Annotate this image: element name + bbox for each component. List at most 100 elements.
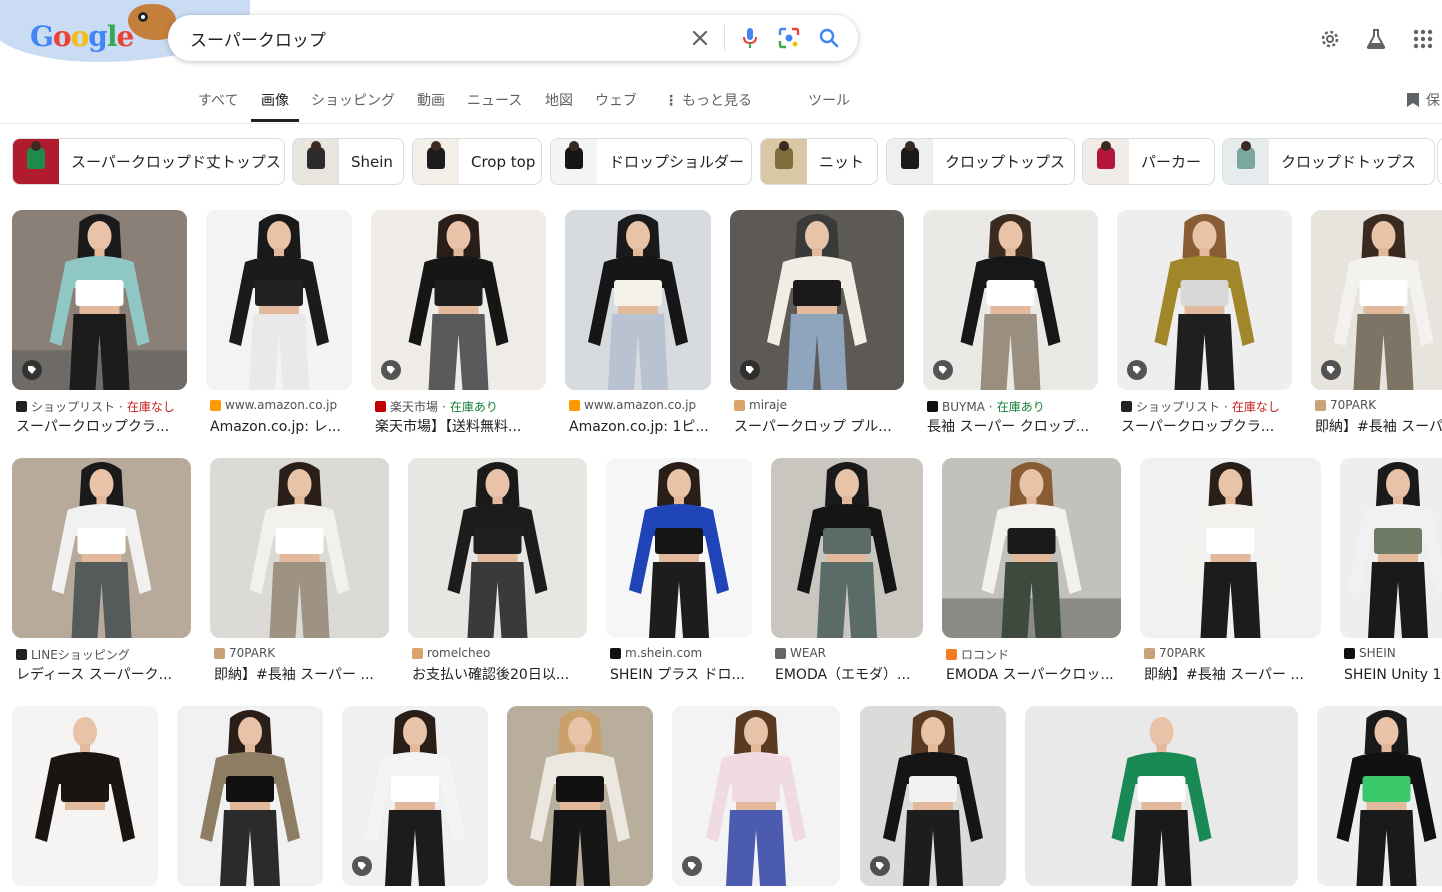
result-title[interactable]: 長袖 スーパー クロップ... bbox=[927, 416, 1098, 436]
result-title[interactable]: EMODA スーパークロッ... bbox=[946, 664, 1121, 684]
settings-icon[interactable] bbox=[1317, 26, 1343, 52]
site-favicon bbox=[16, 401, 27, 412]
chip[interactable]: スーパークロップド丈トップス bbox=[12, 138, 285, 185]
product-tag-icon bbox=[1127, 360, 1147, 380]
image-result[interactable] bbox=[507, 706, 653, 892]
result-title[interactable]: EMODA（エモダ）... bbox=[775, 664, 923, 684]
microphone-icon[interactable] bbox=[738, 26, 762, 50]
result-title[interactable]: SHEIN プラス ドロ... bbox=[610, 664, 752, 684]
search-input[interactable] bbox=[188, 24, 672, 52]
result-title[interactable]: 即納】#長袖 スーパ bbox=[1315, 416, 1442, 436]
source-name: 70PARK bbox=[1330, 398, 1377, 412]
image-result[interactable]: ショップリスト · 在庫なし スーパークロップクラ... bbox=[1117, 210, 1292, 440]
result-title[interactable]: スーパークロップクラ... bbox=[16, 416, 187, 436]
source-name: www.amazon.co.jp bbox=[584, 398, 697, 412]
image-result[interactable]: BUYMA · 在庫あり 長袖 スーパー クロップ... bbox=[923, 210, 1098, 440]
source-name: miraje bbox=[749, 398, 788, 412]
chip[interactable]: クロップトップス bbox=[886, 138, 1075, 185]
more-vert-icon: ⋮ bbox=[664, 93, 678, 109]
tab-all[interactable]: すべて bbox=[198, 90, 238, 110]
chip-label: クロップトップス bbox=[945, 153, 1066, 171]
tab-maps[interactable]: 地図 bbox=[545, 90, 573, 110]
saved-button[interactable]: 保 bbox=[1406, 90, 1440, 110]
result-thumbnail[interactable] bbox=[12, 706, 158, 886]
result-thumbnail[interactable] bbox=[1140, 458, 1321, 638]
result-thumbnail[interactable] bbox=[206, 210, 352, 390]
tab-news[interactable]: ニュース bbox=[467, 90, 522, 110]
chip[interactable]: パーカー bbox=[1082, 138, 1215, 185]
result-title[interactable]: レディース スーパーク... bbox=[16, 664, 191, 684]
tab-web[interactable]: ウェブ bbox=[595, 90, 637, 110]
chip[interactable]: ドロップショルダー bbox=[550, 138, 752, 185]
result-thumbnail[interactable] bbox=[507, 706, 653, 886]
result-source: 70PARK bbox=[214, 646, 275, 660]
result-thumbnail[interactable] bbox=[771, 458, 923, 638]
search-box[interactable] bbox=[168, 15, 858, 61]
result-thumbnail[interactable] bbox=[942, 458, 1121, 638]
image-result[interactable]: ロコンド EMODA スーパークロッ... bbox=[942, 458, 1121, 688]
image-result[interactable] bbox=[860, 706, 1006, 892]
lens-icon[interactable] bbox=[777, 26, 801, 50]
image-result[interactable]: m.shein.com SHEIN プラス ドロ... bbox=[606, 458, 752, 688]
result-title[interactable]: 即納】#長袖 スーパー ... bbox=[1144, 664, 1321, 684]
image-result[interactable]: SHEIN SHEIN Unity 1個 bbox=[1340, 458, 1442, 688]
image-result[interactable] bbox=[342, 706, 488, 892]
result-thumbnail[interactable] bbox=[177, 706, 323, 886]
image-result[interactable]: 70PARK 即納】#長袖 スーパー ... bbox=[1140, 458, 1321, 688]
result-thumbnail[interactable] bbox=[565, 210, 711, 390]
image-result[interactable]: romelcheo お支払い確認後20日以... bbox=[408, 458, 587, 688]
site-favicon bbox=[569, 399, 580, 411]
image-result[interactable] bbox=[12, 706, 158, 892]
image-result[interactable]: miraje スーパークロップ プル... bbox=[730, 210, 904, 440]
image-result[interactable] bbox=[177, 706, 323, 892]
result-thumbnail[interactable] bbox=[1317, 706, 1442, 886]
tab-images[interactable]: 画像 bbox=[261, 90, 289, 110]
result-title[interactable]: Amazon.co.jp: レ... bbox=[210, 416, 352, 436]
result-thumbnail[interactable] bbox=[12, 458, 191, 638]
image-result[interactable]: WEAR EMODA（エモダ）... bbox=[771, 458, 923, 688]
image-result[interactable] bbox=[1317, 706, 1442, 892]
product-tag-icon bbox=[740, 360, 760, 380]
image-result[interactable]: 楽天市場 · 在庫あり 楽天市場】【送料無料... bbox=[371, 210, 546, 440]
image-result[interactable] bbox=[1025, 706, 1298, 892]
product-tag-icon bbox=[352, 856, 372, 876]
tab-more[interactable]: ⋮ もっと見る bbox=[664, 90, 752, 110]
close-icon[interactable] bbox=[688, 26, 712, 50]
image-result[interactable]: www.amazon.co.jp Amazon.co.jp: 1ピ... bbox=[565, 210, 711, 440]
result-title[interactable]: Amazon.co.jp: 1ピ... bbox=[569, 416, 711, 436]
tab-videos[interactable]: 動画 bbox=[417, 90, 445, 110]
chip-thumbnail bbox=[761, 139, 807, 184]
chip-label: クロップドトップス bbox=[1281, 153, 1417, 171]
site-favicon bbox=[734, 399, 745, 411]
result-thumbnail[interactable] bbox=[408, 458, 587, 638]
image-result[interactable]: LINEショッピング レディース スーパーク... bbox=[12, 458, 191, 688]
result-title[interactable]: 即納】#長袖 スーパー ... bbox=[214, 664, 389, 684]
chip-overflow[interactable] bbox=[1437, 138, 1442, 185]
apps-icon[interactable] bbox=[1410, 26, 1436, 52]
tab-shopping[interactable]: ショッピング bbox=[311, 90, 395, 110]
result-title[interactable]: スーパークロップクラ... bbox=[1121, 416, 1292, 436]
result-thumbnail[interactable] bbox=[1340, 458, 1442, 638]
stock-status: 在庫なし bbox=[126, 400, 175, 414]
chip-thumbnail bbox=[293, 139, 339, 184]
image-result[interactable] bbox=[672, 706, 840, 892]
image-result[interactable]: ショップリスト · 在庫なし スーパークロップクラ... bbox=[12, 210, 187, 440]
chip[interactable]: Shein bbox=[292, 138, 404, 185]
result-thumbnail[interactable] bbox=[606, 458, 752, 638]
result-title[interactable]: SHEIN Unity 1個 bbox=[1344, 664, 1442, 684]
stock-separator: · bbox=[442, 399, 446, 414]
result-thumbnail[interactable] bbox=[1025, 706, 1298, 886]
chip[interactable]: ニット bbox=[760, 138, 878, 185]
tab-tools[interactable]: ツール bbox=[808, 90, 850, 110]
image-result[interactable]: 70PARK 即納】#長袖 スーパー ... bbox=[210, 458, 389, 688]
image-result[interactable]: www.amazon.co.jp Amazon.co.jp: レ... bbox=[206, 210, 352, 440]
result-title[interactable]: 楽天市場】【送料無料... bbox=[375, 416, 546, 436]
image-result[interactable]: 70PARK 即納】#長袖 スーパ bbox=[1311, 210, 1442, 440]
chip[interactable]: Crop top bbox=[412, 138, 542, 185]
search-icon[interactable] bbox=[817, 26, 841, 50]
labs-icon[interactable] bbox=[1363, 26, 1389, 52]
result-title[interactable]: スーパークロップ プル... bbox=[734, 416, 904, 436]
result-title[interactable]: お支払い確認後20日以... bbox=[412, 664, 587, 684]
chip[interactable]: クロップドトップス bbox=[1222, 138, 1435, 185]
result-thumbnail[interactable] bbox=[210, 458, 389, 638]
